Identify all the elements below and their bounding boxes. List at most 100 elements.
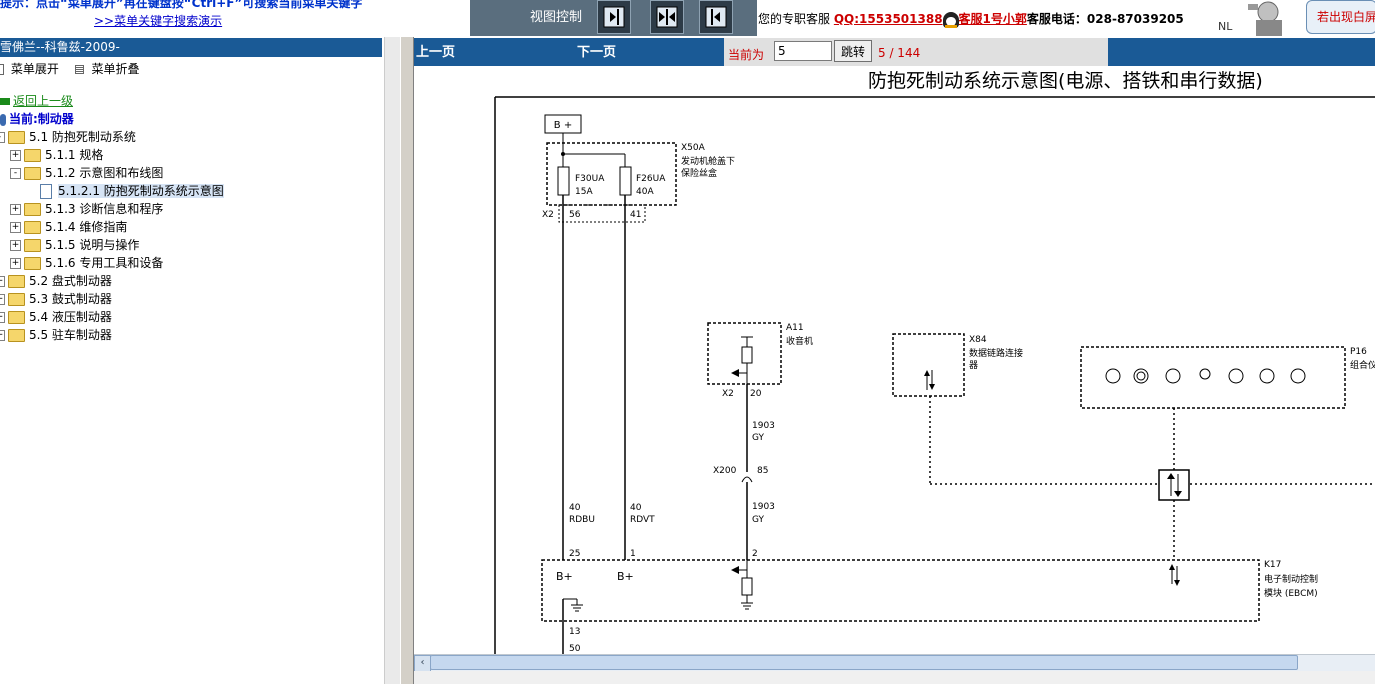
svg-text:41: 41: [630, 210, 641, 220]
scroll-left-icon[interactable]: ‹: [414, 655, 431, 672]
svg-text:X50A: X50A: [681, 143, 706, 153]
prev-page-link[interactable]: 上一页: [416, 41, 455, 60]
tree-item-label[interactable]: 5.1.1 规格: [45, 148, 103, 162]
tree-item-label[interactable]: 5.4 液压制动器: [29, 310, 112, 324]
tree-item[interactable]: +5.1.3 诊断信息和程序: [10, 200, 163, 218]
tree-item-label[interactable]: 5.1.2 示意图和布线图: [45, 166, 163, 180]
collapse-icon[interactable]: -: [0, 132, 5, 143]
svg-text:收音机: 收音机: [786, 335, 813, 347]
svg-text:器: 器: [969, 360, 978, 371]
svg-text:15A: 15A: [575, 187, 593, 197]
expand-icon[interactable]: +: [0, 294, 5, 305]
tree-item[interactable]: - 5.1 防抱死制动系统: [0, 128, 136, 146]
svg-text:F26UA: F26UA: [636, 174, 666, 184]
back-link-row[interactable]: 返回上一级: [0, 92, 73, 110]
expand-menu-icon: [0, 64, 4, 75]
svg-text:85: 85: [757, 466, 768, 476]
expand-right-button[interactable]: [597, 0, 631, 34]
svg-text:56: 56: [569, 210, 581, 220]
tree-item[interactable]: +5.2 盘式制动器: [0, 272, 112, 290]
svg-text:20: 20: [750, 389, 762, 399]
nl-label: NL: [1218, 20, 1233, 33]
split-arrows-icon: [656, 6, 678, 28]
tree-item[interactable]: 5.1.2.1 防抱死制动系统示意图: [40, 182, 224, 200]
expand-icon[interactable]: +: [10, 204, 21, 215]
tree-item[interactable]: +5.1.4 维修指南: [10, 218, 127, 236]
kefu-link[interactable]: 客服1号小郭: [959, 12, 1027, 26]
current-node-label: 当前:制动器: [9, 112, 74, 126]
tree-item[interactable]: +5.1.5 说明与操作: [10, 236, 139, 254]
next-page-link[interactable]: 下一页: [577, 41, 616, 60]
tree-item[interactable]: +5.4 液压制动器: [0, 308, 112, 326]
svg-text:B+: B+: [617, 570, 634, 583]
tree-item[interactable]: +5.3 鼓式制动器: [0, 290, 112, 308]
collapse-icon[interactable]: -: [10, 168, 21, 179]
bplus-label: B +: [554, 120, 572, 131]
svg-text:F30UA: F30UA: [575, 174, 605, 184]
panel-splitter[interactable]: [400, 37, 414, 684]
current-node-row: 当前:制动器: [0, 110, 74, 128]
tree-item[interactable]: - 5.1.2 示意图和布线图: [10, 164, 163, 182]
folder-icon: [8, 293, 25, 306]
folder-icon: [8, 311, 25, 324]
tree-item-label[interactable]: 5.5 驻车制动器: [29, 328, 112, 342]
svg-text:数据链路连接: 数据链路连接: [969, 347, 1023, 359]
folder-icon: [24, 203, 41, 216]
collapse-menu-icon: [74, 65, 84, 74]
expand-left-button[interactable]: [699, 0, 733, 34]
svg-text:A11: A11: [786, 323, 804, 333]
svg-text:RDVT: RDVT: [630, 515, 655, 525]
svg-text:X200: X200: [713, 466, 737, 476]
white-screen-button[interactable]: 若出现白屏: [1306, 0, 1375, 34]
scrollbar-thumb[interactable]: [430, 655, 1298, 670]
expand-icon[interactable]: +: [10, 150, 21, 161]
menu-controls: 菜单展开 菜单折叠: [0, 60, 140, 77]
expand-icon[interactable]: +: [0, 312, 5, 323]
search-demo-link[interactable]: >>菜单关键字搜索演示: [94, 12, 222, 29]
tree-item-label[interactable]: 5.1.4 维修指南: [45, 220, 127, 234]
svg-text:GY: GY: [752, 515, 765, 525]
expand-icon[interactable]: +: [0, 276, 5, 287]
tree-item-label[interactable]: 5.1.3 诊断信息和程序: [45, 202, 163, 216]
tree-item[interactable]: +5.5 驻车制动器: [0, 326, 112, 344]
svg-text:RDBU: RDBU: [569, 515, 595, 525]
collapse-menu-button[interactable]: 菜单折叠: [92, 62, 140, 76]
jump-button[interactable]: 跳转: [834, 40, 872, 62]
expand-icon[interactable]: +: [0, 330, 5, 341]
tree-item-label[interactable]: 5.1 防抱死制动系统: [29, 130, 136, 144]
svg-text:1: 1: [630, 549, 636, 559]
qq-link[interactable]: QQ:1553501388: [834, 12, 943, 26]
back-link[interactable]: 返回上一级: [13, 94, 73, 108]
abs-schematic: B + X50A 发动机舱盖下 保险丝盒 F30UA 15A F26UA 40A…: [494, 96, 1375, 654]
folder-icon: [24, 257, 41, 270]
split-view-button[interactable]: [650, 0, 684, 34]
expand-icon[interactable]: +: [10, 258, 21, 269]
car-model-title: 雪佛兰--科鲁兹-2009-: [0, 38, 382, 57]
expand-icon[interactable]: +: [10, 240, 21, 251]
support-info: 您的专职客服 QQ:1553501388 客服1号小郭客服电话：028-87039…: [758, 10, 1184, 28]
expand-icon[interactable]: +: [10, 222, 21, 233]
svg-text:50: 50: [569, 644, 581, 654]
phone-number: 028-87039205: [1086, 12, 1184, 26]
svg-text:1903: 1903: [752, 421, 775, 431]
qq-penguin-icon: [942, 11, 959, 28]
svg-text:GY: GY: [752, 433, 765, 443]
folder-icon: [8, 275, 25, 288]
diagram-title: 防抱死制动系统示意图(电源、搭铁和串行数据): [868, 70, 1263, 92]
svg-text:2: 2: [752, 549, 758, 559]
tree-item-label[interactable]: 5.2 盘式制动器: [29, 274, 112, 288]
person-icon: [0, 113, 6, 126]
svg-text:13: 13: [569, 627, 580, 637]
svg-text:发动机舱盖下: 发动机舱盖下: [681, 155, 735, 167]
tree-item[interactable]: +5.1.6 专用工具和设备: [10, 254, 163, 272]
page-number-input[interactable]: [774, 41, 832, 61]
tree-item-label[interactable]: 5.1.6 专用工具和设备: [45, 256, 163, 270]
tree-item-label[interactable]: 5.1.2.1 防抱死制动系统示意图: [58, 184, 224, 198]
svg-text:X2: X2: [542, 210, 554, 220]
tree-item[interactable]: +5.1.1 规格: [10, 146, 103, 164]
tree-item-label[interactable]: 5.1.5 说明与操作: [45, 238, 139, 252]
folder-icon: [24, 239, 41, 252]
left-scrollbar[interactable]: [384, 37, 401, 684]
tree-item-label[interactable]: 5.3 鼓式制动器: [29, 292, 112, 306]
expand-menu-button[interactable]: 菜单展开: [11, 62, 59, 76]
